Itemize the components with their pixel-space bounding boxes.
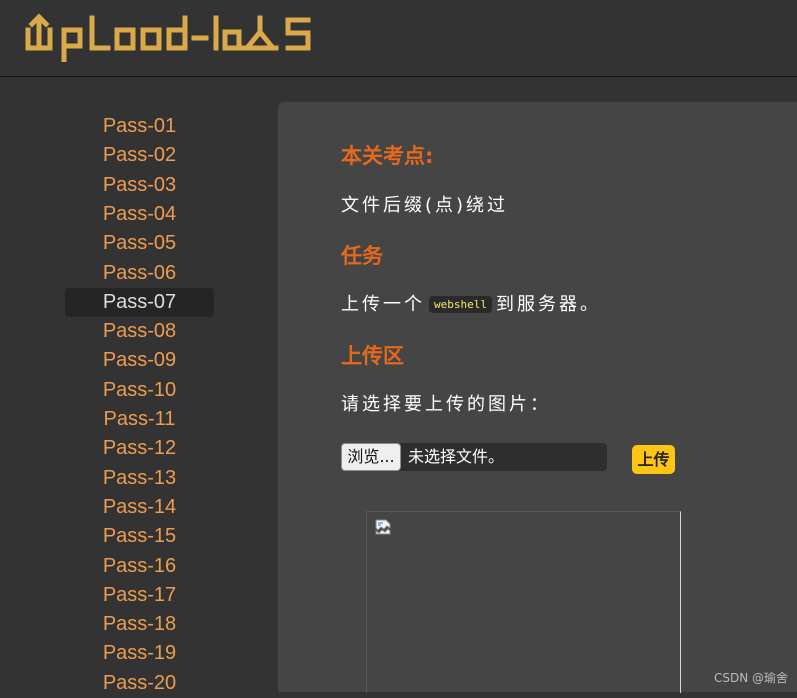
sidebar-item-pass-20[interactable]: Pass-20 [65,669,214,698]
sidebar-item-pass-07[interactable]: Pass-07 [65,288,214,317]
task-text-before: 上传一个 [341,294,425,315]
sidebar-item-pass-02[interactable]: Pass-02 [65,141,214,170]
sidebar-item-pass-03[interactable]: Pass-03 [65,171,214,200]
header [0,0,797,77]
sidebar-item-pass-10[interactable]: Pass-10 [65,376,214,405]
sidebar-item-pass-18[interactable]: Pass-18 [65,610,214,639]
sidebar-item-pass-08[interactable]: Pass-08 [65,317,214,346]
task-text: 上传一个webshell到服务器。 [341,290,601,316]
sidebar-item-pass-17[interactable]: Pass-17 [65,581,214,610]
sidebar-item-pass-06[interactable]: Pass-06 [65,259,214,288]
file-input[interactable]: 浏览... 未选择文件。 [341,443,607,471]
sidebar-item-pass-16[interactable]: Pass-16 [65,552,214,581]
browse-button[interactable]: 浏览... [341,443,401,471]
sidebar-item-pass-13[interactable]: Pass-13 [65,464,214,493]
sidebar-item-pass-05[interactable]: Pass-05 [65,229,214,258]
webshell-code: webshell [429,296,492,313]
upload-labs-logo[interactable] [24,10,314,62]
task-text-after: 到服务器。 [496,294,601,315]
upload-button[interactable]: 上传 [632,445,675,474]
file-status-text: 未选择文件。 [408,443,504,471]
sidebar-item-pass-09[interactable]: Pass-09 [65,346,214,375]
sidebar-item-pass-15[interactable]: Pass-15 [65,522,214,551]
test-point-text: 文件后缀(点)绕过 [341,191,508,217]
main-content: 本关考点: 文件后缀(点)绕过 任务 上传一个webshell到服务器。 上传区… [278,102,797,692]
upload-heading: 上传区 [341,340,404,370]
sidebar: Pass-01Pass-02Pass-03Pass-04Pass-05Pass-… [0,78,278,692]
sidebar-item-pass-04[interactable]: Pass-04 [65,200,214,229]
test-point-heading: 本关考点: [341,140,433,170]
sidebar-item-pass-01[interactable]: Pass-01 [65,112,214,141]
watermark: CSDN @瑜舍 [714,669,788,686]
task-heading: 任务 [341,240,383,270]
preview-image [366,511,681,693]
sidebar-item-pass-19[interactable]: Pass-19 [65,639,214,668]
sidebar-item-pass-12[interactable]: Pass-12 [65,434,214,463]
upload-prompt: 请选择要上传的图片： [341,390,551,416]
sidebar-item-pass-14[interactable]: Pass-14 [65,493,214,522]
sidebar-item-pass-11[interactable]: Pass-11 [65,405,214,434]
broken-image-icon [375,519,391,535]
